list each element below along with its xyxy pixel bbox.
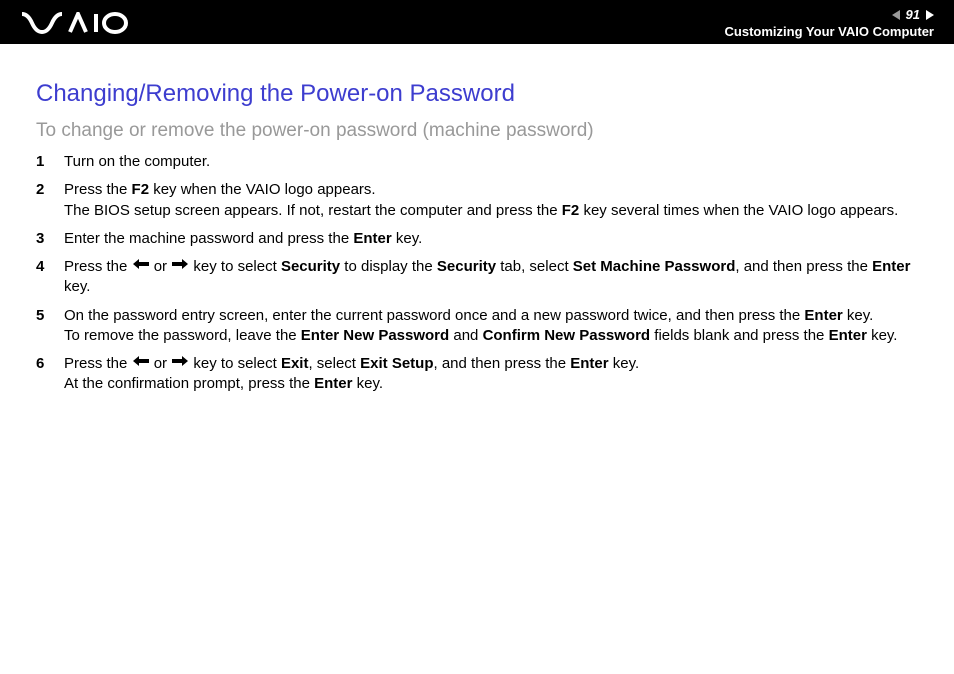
key-enter: Enter [804, 307, 842, 324]
key-enter: Enter [829, 327, 867, 344]
step-3: 3 Enter the machine password and press t… [36, 229, 918, 249]
step-number: 6 [36, 354, 50, 395]
breadcrumb: Customizing Your VAIO Computer [725, 24, 934, 39]
page-number: 91 [906, 7, 920, 22]
step-number: 1 [36, 152, 50, 172]
step-body: Turn on the computer. [64, 152, 918, 172]
option-exit: Exit [281, 355, 309, 372]
arrow-right-icon [171, 353, 189, 373]
vaio-logo [20, 12, 130, 34]
content: Changing/Removing the Power-on Password … [0, 44, 954, 415]
step-5: 5 On the password entry screen, enter th… [36, 306, 918, 347]
key-security: Security [281, 258, 340, 275]
option-exit-setup: Exit Setup [360, 355, 433, 372]
arrow-left-icon [132, 353, 150, 373]
page-subtitle: To change or remove the power-on passwor… [36, 120, 918, 142]
step-body: Press the or key to select Security to d… [64, 257, 918, 298]
key-enter: Enter [872, 258, 910, 275]
option-set-machine-password: Set Machine Password [573, 258, 736, 275]
field-confirm-new-password: Confirm New Password [483, 327, 651, 344]
step-body: Enter the machine password and press the… [64, 229, 918, 249]
key-enter: Enter [570, 355, 608, 372]
step-number: 4 [36, 257, 50, 298]
header-bar: 91 Customizing Your VAIO Computer [0, 0, 954, 44]
nav-prev-icon[interactable] [892, 10, 900, 20]
step-list: 1 Turn on the computer. 2 Press the F2 k… [36, 152, 918, 395]
page-title: Changing/Removing the Power-on Password [36, 80, 918, 108]
nav-next-icon[interactable] [926, 10, 934, 20]
step-body: Press the F2 key when the VAIO logo appe… [64, 180, 918, 221]
step-4: 4 Press the or key to select Security to… [36, 257, 918, 298]
arrow-left-icon [132, 256, 150, 276]
step-body: On the password entry screen, enter the … [64, 306, 918, 347]
step-6: 6 Press the or key to select Exit, selec… [36, 354, 918, 395]
step-body: Press the or key to select Exit, select … [64, 354, 918, 395]
step-number: 3 [36, 229, 50, 249]
step-number: 2 [36, 180, 50, 221]
step-1: 1 Turn on the computer. [36, 152, 918, 172]
key-enter: Enter [314, 375, 352, 392]
tab-security: Security [437, 258, 496, 275]
step-number: 5 [36, 306, 50, 347]
key-enter: Enter [353, 230, 391, 247]
key-f2: F2 [132, 181, 150, 198]
page-nav: 91 [892, 7, 934, 22]
field-enter-new-password: Enter New Password [301, 327, 449, 344]
header-right: 91 Customizing Your VAIO Computer [725, 7, 934, 39]
arrow-right-icon [171, 256, 189, 276]
step-2: 2 Press the F2 key when the VAIO logo ap… [36, 180, 918, 221]
key-f2: F2 [562, 202, 580, 219]
